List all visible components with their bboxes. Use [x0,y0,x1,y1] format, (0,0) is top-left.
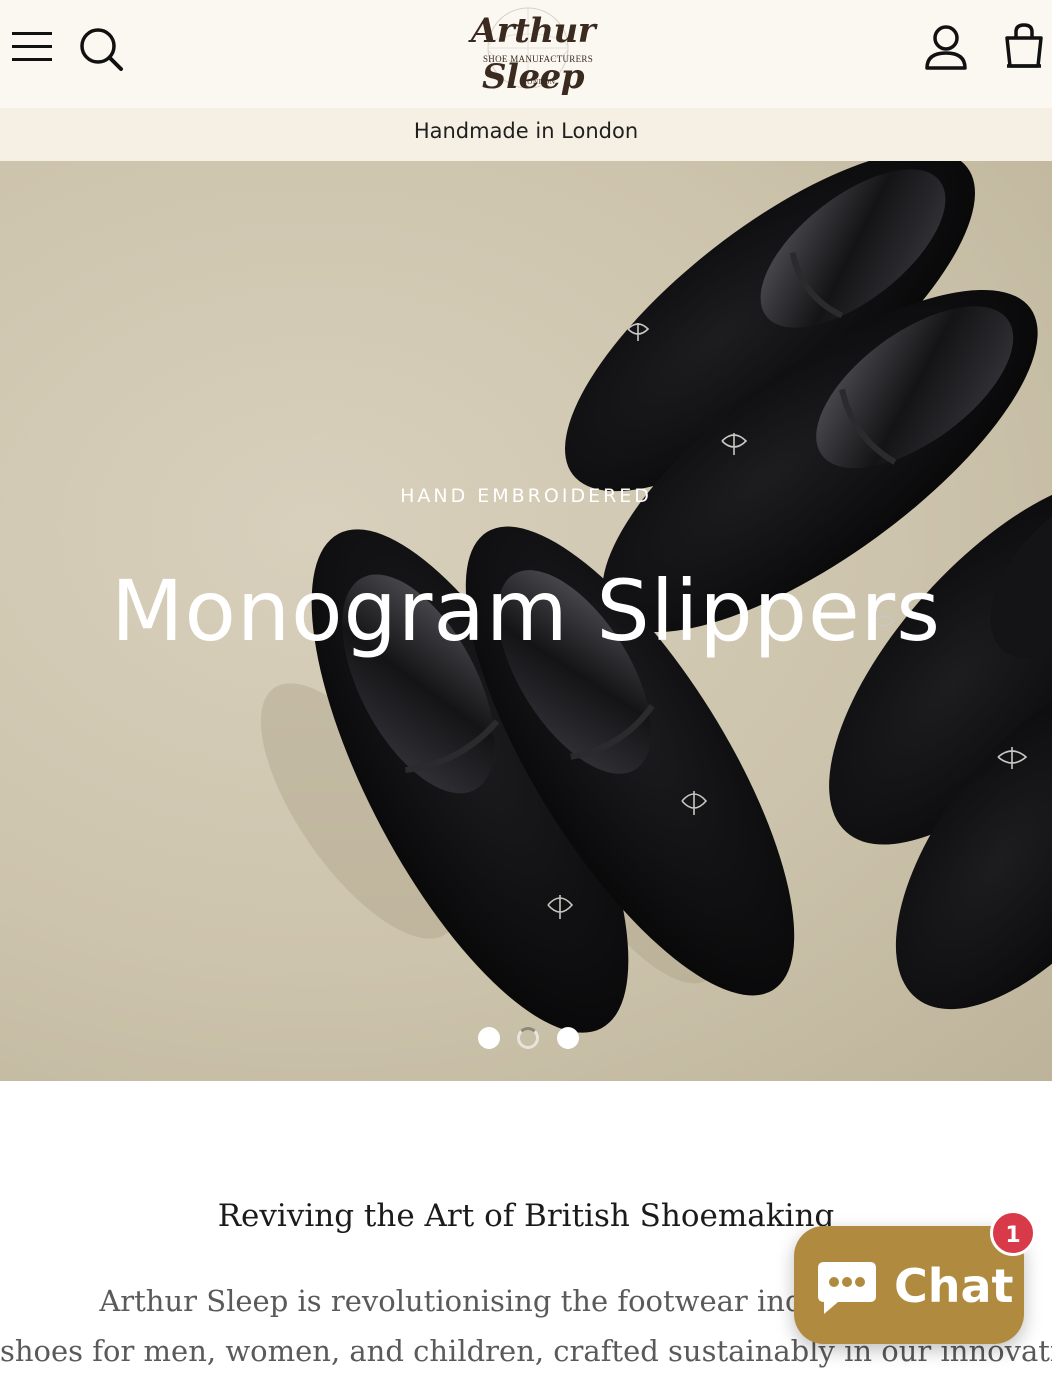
shopping-bag-icon[interactable] [1002,22,1046,70]
chat-bubble-icon [816,1256,878,1322]
hero-title: Monogram Slippers [111,562,941,660]
hero-eyebrow: HAND EMBROIDERED [400,485,652,507]
hero-banner[interactable]: HAND EMBROIDERED Monogram Slippers [0,161,1052,1081]
logo-subtitle: SHOE MANUFACTURERS [483,54,593,64]
site-header: Arthur Sleep SHOE MANUFACTURERS LONDON [0,0,1052,108]
logo-city: LONDON [522,78,556,86]
hamburger-menu-icon[interactable] [10,28,54,66]
user-icon[interactable] [922,24,970,72]
slide-dot-2[interactable] [517,1027,539,1049]
slide-pagination [476,1027,586,1053]
announcement-bar: Handmade in London [0,108,1052,161]
announcement-text: Handmade in London [413,119,639,143]
chat-button[interactable]: Chat [794,1226,1024,1344]
chat-label: Chat [894,1259,1014,1313]
chat-notification-badge: 1 [990,1210,1036,1256]
brand-logo[interactable]: Arthur Sleep SHOE MANUFACTURERS LONDON [420,6,634,97]
search-icon[interactable] [78,26,124,72]
slide-dot-1[interactable] [478,1027,500,1049]
slide-dot-3[interactable] [557,1027,579,1049]
